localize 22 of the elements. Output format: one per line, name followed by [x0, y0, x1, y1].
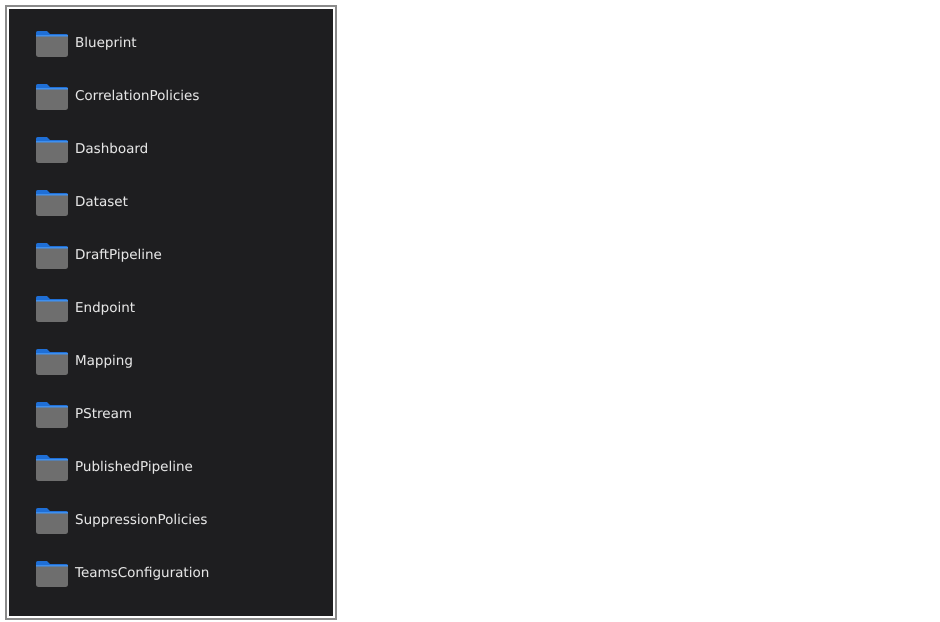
folder-icon[interactable]: [36, 348, 68, 375]
folder-name[interactable]: TeamsConfiguration: [75, 563, 210, 584]
folder-name[interactable]: PStream: [75, 404, 132, 425]
folder-icon[interactable]: [36, 83, 68, 110]
folder-name[interactable]: PublishedPipeline: [75, 457, 193, 478]
folder-name[interactable]: Endpoint: [75, 298, 136, 319]
folder-name[interactable]: Dashboard: [75, 139, 148, 160]
folder-icon[interactable]: [36, 560, 68, 587]
folder-name[interactable]: Blueprint: [75, 33, 137, 54]
folder-icon[interactable]: [36, 242, 68, 269]
folder-name[interactable]: SuppressionPolicies: [75, 510, 208, 531]
folder-icon[interactable]: [36, 30, 68, 57]
folder-icon[interactable]: [36, 454, 68, 481]
folder-icon[interactable]: [36, 295, 68, 322]
folder-name[interactable]: CorrelationPolicies: [75, 86, 200, 107]
folder-name[interactable]: Mapping: [75, 351, 133, 372]
folder-icon[interactable]: [36, 136, 68, 163]
folder-name[interactable]: Dataset: [75, 192, 128, 213]
folder-icon[interactable]: [36, 189, 68, 216]
folder-name[interactable]: DraftPipeline: [75, 245, 162, 266]
folder-icon[interactable]: [36, 401, 68, 428]
folder-icon[interactable]: [36, 507, 68, 534]
